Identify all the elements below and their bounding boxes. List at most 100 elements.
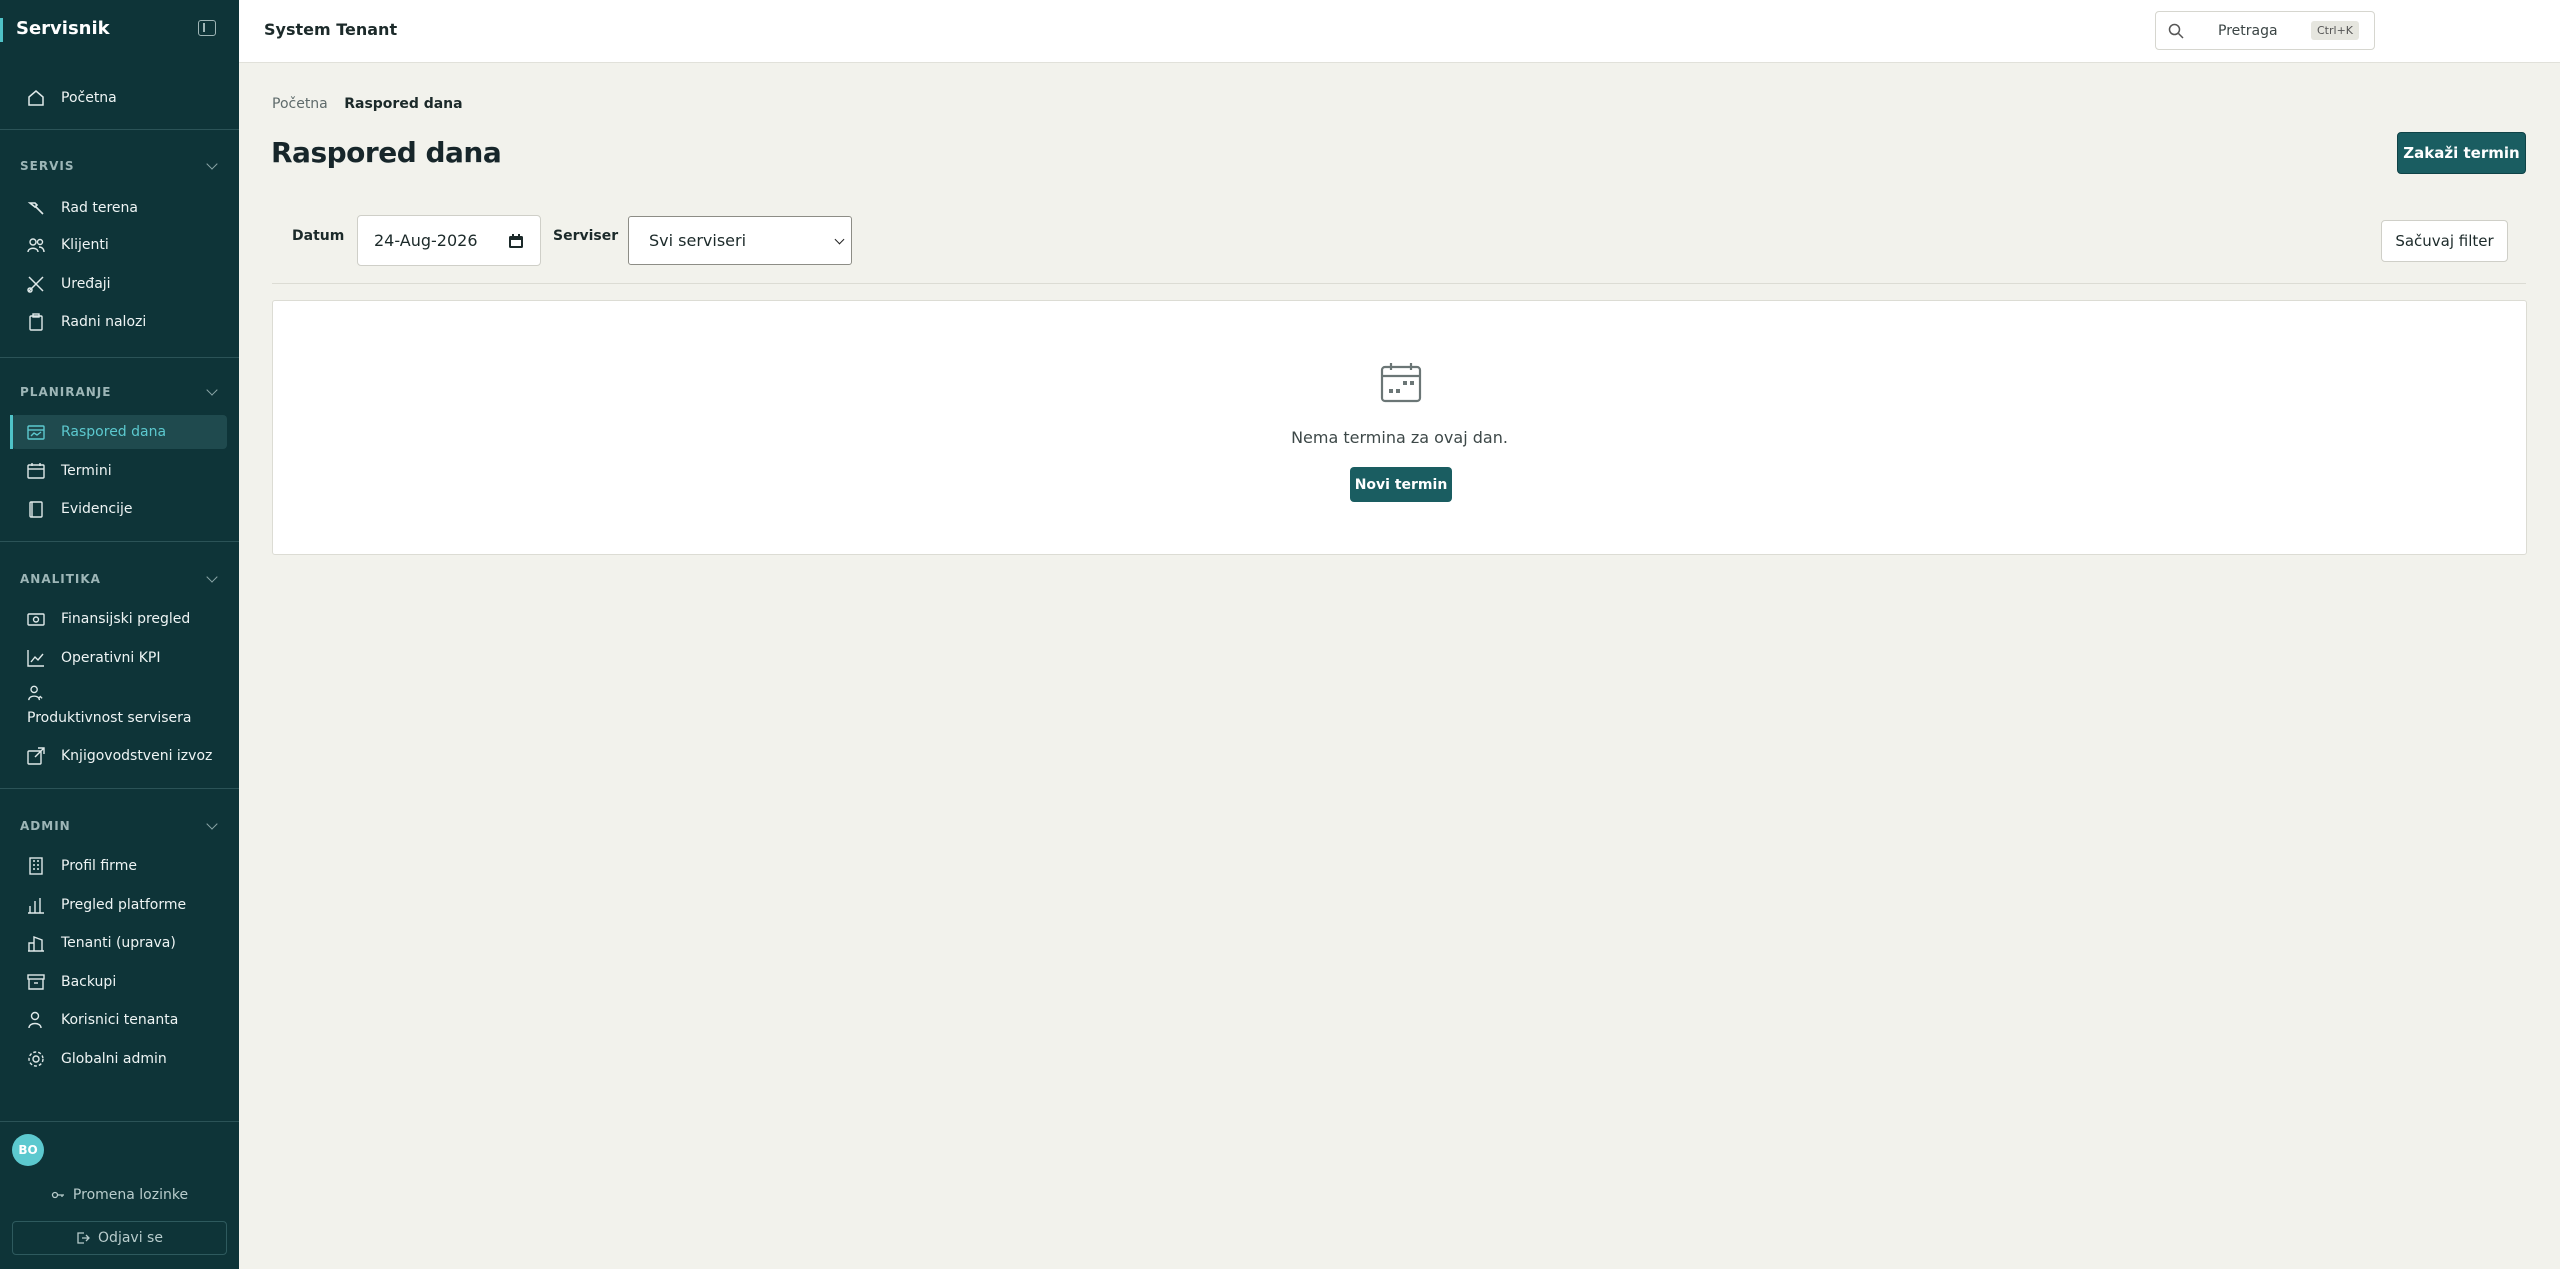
sidebar-item-finansijski-pregled[interactable]: Finansijski pregled	[12, 602, 227, 636]
empty-state-card: Nema termina za ovaj dan. Novi termin	[272, 300, 2527, 555]
sidebar-item-korisnici-tenanta[interactable]: Korisnici tenanta	[12, 1003, 227, 1037]
building-icon	[29, 857, 43, 875]
sidebar-item-tenanti-uprava[interactable]: Tenanti (uprava)	[12, 926, 227, 960]
chevron-down-icon	[206, 158, 218, 170]
home-icon	[28, 90, 44, 106]
sidebar-item-rad-terena[interactable]: Rad terena	[12, 191, 227, 225]
change-password-label: Promena lozinke	[72, 1187, 189, 1203]
search-shortcut-badge: Ctrl+K	[2311, 21, 2360, 40]
line-chart-icon	[27, 650, 44, 667]
sidebar-divider	[0, 788, 239, 789]
calendar-empty-icon	[1380, 363, 1422, 403]
sidebar-item-label: Operativni KPI	[61, 650, 161, 666]
section-title: PLANIRANJE	[20, 385, 112, 399]
clipboard-icon	[29, 313, 43, 331]
date-field[interactable]: 24-Aug-2026	[357, 215, 541, 266]
logout-label: Odjavi se	[98, 1230, 163, 1246]
users-icon	[27, 238, 45, 253]
breadcrumb-current: Raspored dana	[344, 96, 463, 112]
sidebar-item-label: Rad terena	[61, 200, 138, 216]
technician-filter-label: Serviser	[553, 228, 619, 244]
sidebar-item-label: Globalni admin	[61, 1051, 167, 1067]
sidebar: Servisnik Početna SERVIS Rad terena Klij…	[0, 0, 239, 1269]
breadcrumb-home[interactable]: Početna	[272, 96, 328, 112]
breadcrumb-separator	[334, 96, 338, 112]
sidebar-item-backupi[interactable]: Backupi	[12, 965, 227, 999]
section-analitika-toggle[interactable]: ANALITIKA	[20, 571, 220, 586]
section-title: ANALITIKA	[20, 572, 101, 586]
sidebar-item-label: Produktivnost servisera	[27, 710, 192, 726]
page-title: Raspored dana	[271, 136, 502, 169]
calendar-icon	[27, 463, 45, 479]
user-chart-icon	[28, 685, 43, 701]
sidebar-item-pocetna[interactable]: Početna	[12, 81, 227, 115]
empty-state-message: Nema termina za ovaj dan.	[1291, 428, 1508, 447]
sidebar-item-pregled-platforme[interactable]: Pregled platforme	[12, 888, 227, 922]
sidebar-item-label: Klijenti	[61, 237, 109, 253]
sidebar-item-evidencije[interactable]: Evidencije	[12, 492, 227, 526]
sidebar-item-globalni-admin[interactable]: Globalni admin	[12, 1042, 227, 1076]
key-icon	[51, 1191, 64, 1199]
date-filter-label: Datum	[292, 228, 345, 244]
sidebar-item-raspored-dana[interactable]: Raspored dana	[10, 415, 227, 449]
schedule-appointment-button[interactable]: Zakaži termin	[2397, 132, 2526, 174]
sidebar-item-label: Korisnici tenanta	[61, 1012, 179, 1028]
breadcrumb: Početna Raspored dana	[272, 96, 463, 112]
hammer-icon	[27, 202, 44, 215]
archive-icon	[27, 974, 45, 990]
sidebar-item-label: Pregled platforme	[61, 897, 187, 913]
section-servis-toggle[interactable]: SERVIS	[20, 158, 220, 173]
user-icon	[28, 1011, 42, 1029]
brand-accent-bar	[0, 18, 3, 42]
sidebar-item-radni-nalozi[interactable]: Radni nalozi	[12, 305, 227, 339]
sidebar-divider	[0, 357, 239, 358]
search-placeholder: Pretraga	[2218, 23, 2278, 39]
chevron-down-icon	[834, 234, 845, 245]
sidebar-item-label: Backupi	[61, 974, 117, 990]
sidebar-item-label: Evidencije	[61, 501, 133, 517]
sidebar-item-operativni-kpi[interactable]: Operativni KPI	[12, 641, 227, 675]
section-title: SERVIS	[20, 159, 75, 173]
sidebar-item-label: Tenanti (uprava)	[61, 935, 176, 951]
filter-divider	[272, 283, 2526, 284]
sidebar-item-profil-firme[interactable]: Profil firme	[12, 849, 227, 883]
sidebar-item-produktivnost-servisera[interactable]: Produktivnost servisera	[27, 685, 227, 727]
top-bar: System Tenant Pretraga Ctrl+K	[239, 0, 2560, 63]
sidebar-item-klijenti[interactable]: Klijenti	[12, 228, 227, 262]
logout-button[interactable]: Odjavi se	[12, 1221, 227, 1255]
sidebar-collapse-icon[interactable]	[198, 20, 216, 36]
sidebar-item-label: Knjigovodstveni izvoz	[61, 748, 213, 764]
sidebar-item-label: Termini	[61, 463, 112, 479]
chevron-down-icon	[206, 384, 218, 396]
sidebar-item-knjigovodstveni-izvoz[interactable]: Knjigovodstveni izvoz	[12, 739, 227, 773]
sidebar-item-uredjaji[interactable]: Uređaji	[12, 267, 227, 301]
sidebar-divider	[0, 1121, 239, 1122]
sidebar-item-label: Finansijski pregled	[61, 611, 191, 627]
new-appointment-button[interactable]: Novi termin	[1350, 467, 1452, 502]
sidebar-item-termini[interactable]: Termini	[12, 454, 227, 488]
technician-select[interactable]: Svi serviseri	[628, 216, 852, 265]
sidebar-divider	[0, 129, 239, 130]
sidebar-divider	[0, 541, 239, 542]
date-value: 24-Aug-2026	[374, 231, 478, 250]
sidebar-item-label: Raspored dana	[61, 424, 167, 440]
search-input[interactable]: Pretraga Ctrl+K	[2155, 11, 2375, 50]
save-filter-button[interactable]: Sačuvaj filter	[2381, 220, 2508, 262]
calendar-picker-icon[interactable]	[508, 233, 524, 249]
sidebar-item-label: Profil firme	[61, 858, 137, 874]
book-icon	[29, 501, 43, 518]
section-admin-toggle[interactable]: ADMIN	[20, 818, 220, 833]
section-title: ADMIN	[20, 819, 71, 833]
search-icon	[2168, 23, 2184, 39]
gear-icon	[28, 1051, 44, 1067]
technician-select-value: Svi serviseri	[649, 231, 747, 250]
avatar[interactable]: BO	[12, 1134, 44, 1166]
money-icon	[27, 613, 45, 626]
external-link-icon	[27, 747, 45, 765]
sidebar-item-label: Radni nalozi	[61, 314, 147, 330]
change-password-link[interactable]: Promena lozinke	[12, 1183, 227, 1207]
chevron-down-icon	[206, 571, 218, 583]
section-planiranje-toggle[interactable]: PLANIRANJE	[20, 384, 220, 399]
sidebar-item-label: Uređaji	[61, 276, 111, 292]
bar-chart-icon	[28, 898, 44, 914]
